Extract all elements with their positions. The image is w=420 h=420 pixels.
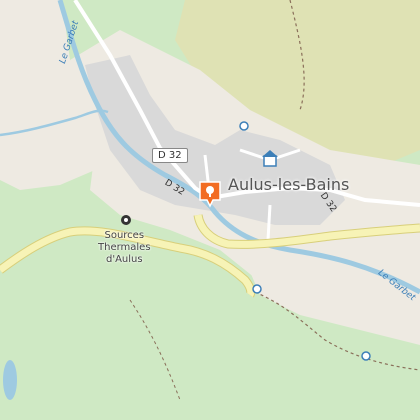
poi-label: Sources Thermales d'Aulus <box>98 230 151 265</box>
road-shield: D 32 <box>152 148 188 163</box>
spring-icon[interactable] <box>121 215 131 225</box>
location-marker-icon[interactable] <box>198 180 222 208</box>
map-canvas[interactable]: Aulus-les-Bains Sources Thermales d'Aulu… <box>0 0 420 420</box>
town-label: Aulus-les-Bains <box>228 175 350 194</box>
